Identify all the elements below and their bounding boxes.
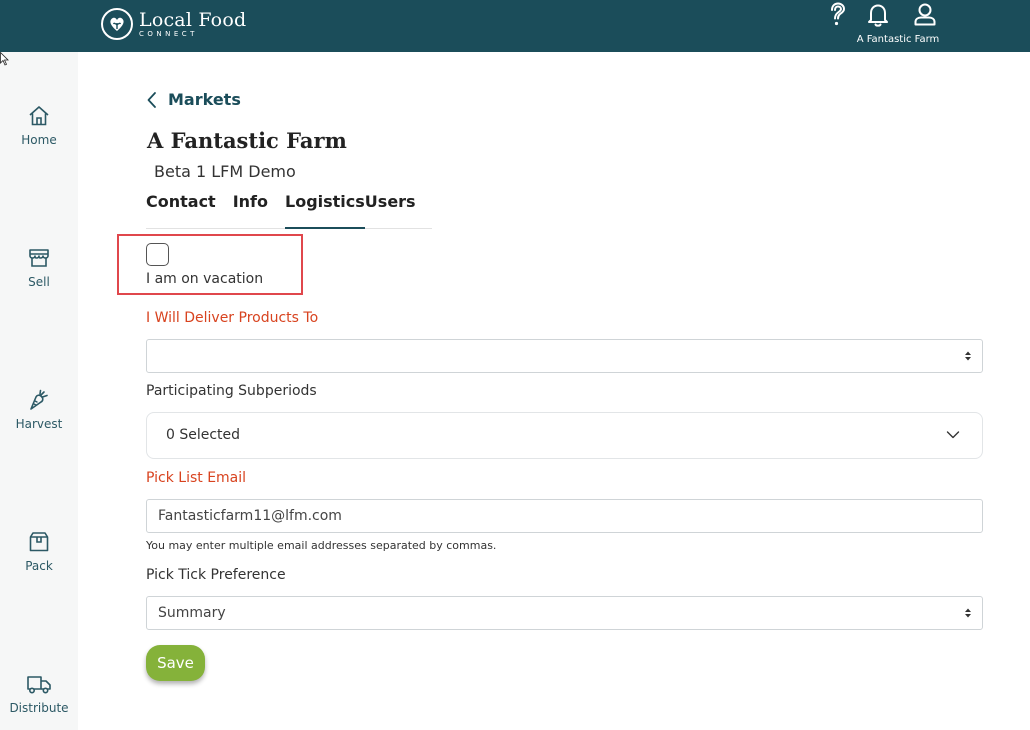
brand-logo[interactable]: Local Food CONNECT	[101, 8, 246, 40]
sort-arrows-icon	[965, 608, 971, 618]
sidebar-item-label: Harvest	[15, 417, 63, 431]
deliver-select[interactable]	[146, 339, 983, 373]
sort-arrows-icon	[965, 351, 971, 361]
account-name[interactable]: A Fantastic Farm	[852, 34, 944, 45]
brand-title: Local Food	[139, 9, 247, 31]
subperiods-label: Participating Subperiods	[146, 383, 317, 399]
sidebar-item-label: Distribute	[9, 701, 69, 715]
truck-icon	[27, 676, 51, 694]
sidebar-item-distribute[interactable]: Distribute	[0, 672, 78, 715]
tab-logistics[interactable]: Logistics	[285, 192, 365, 229]
brand-subtitle: CONNECT	[139, 30, 198, 38]
sidebar: Home Sell Harvest Pack Distribute	[0, 52, 78, 730]
heart-leaf-icon	[101, 8, 133, 40]
bell-icon[interactable]	[865, 2, 891, 28]
tab-contact[interactable]: Contact	[146, 192, 216, 229]
vacation-label: I am on vacation	[146, 271, 264, 287]
tab-info[interactable]: Info	[233, 192, 268, 229]
home-icon	[29, 106, 49, 126]
back-link[interactable]: Markets	[146, 90, 241, 109]
sidebar-item-sell[interactable]: Sell	[0, 246, 78, 289]
subperiods-value: 0 Selected	[166, 427, 241, 443]
sidebar-item-label: Sell	[28, 275, 50, 289]
deliver-label: I Will Deliver Products To	[146, 310, 319, 326]
chevron-down-icon	[946, 431, 960, 439]
sidebar-item-label: Home	[21, 133, 57, 147]
vacation-checkbox[interactable]	[146, 243, 169, 266]
mouse-cursor-icon	[0, 52, 9, 66]
sidebar-item-label: Pack	[25, 559, 53, 573]
top-bar: Local Food CONNECT A Fantastic Farm	[0, 0, 1030, 52]
box-icon	[29, 532, 49, 552]
pick-tick-value: Summary	[158, 605, 226, 621]
chevron-left-icon	[147, 91, 156, 108]
pick-email-label: Pick List Email	[146, 470, 247, 486]
sidebar-item-harvest[interactable]: Harvest	[0, 388, 78, 431]
sidebar-item-pack[interactable]: Pack	[0, 530, 78, 573]
help-icon[interactable]	[825, 2, 851, 28]
tab-users-label: Users	[364, 192, 416, 211]
pick-email-input[interactable]: Fantasticfarm11@lfm.com	[146, 499, 983, 533]
user-icon[interactable]	[912, 2, 938, 28]
save-button[interactable]: Save	[146, 645, 205, 681]
sidebar-item-home[interactable]: Home	[0, 104, 78, 147]
pick-tick-label: Pick Tick Preference	[146, 567, 286, 583]
tab-users[interactable]: Users	[365, 192, 416, 229]
pick-email-help: You may enter multiple email addresses s…	[146, 539, 497, 552]
tab-bar: Contact Info Logistics Users	[146, 192, 432, 229]
subperiods-multiselect[interactable]: 0 Selected	[146, 412, 983, 459]
carrot-icon	[30, 389, 48, 410]
store-icon	[29, 249, 49, 267]
page-title: A Fantastic Farm	[147, 128, 347, 153]
back-link-label: Markets	[168, 90, 241, 109]
page-subtitle: Beta 1 LFM Demo	[154, 162, 296, 181]
pick-tick-select[interactable]: Summary	[146, 596, 983, 630]
